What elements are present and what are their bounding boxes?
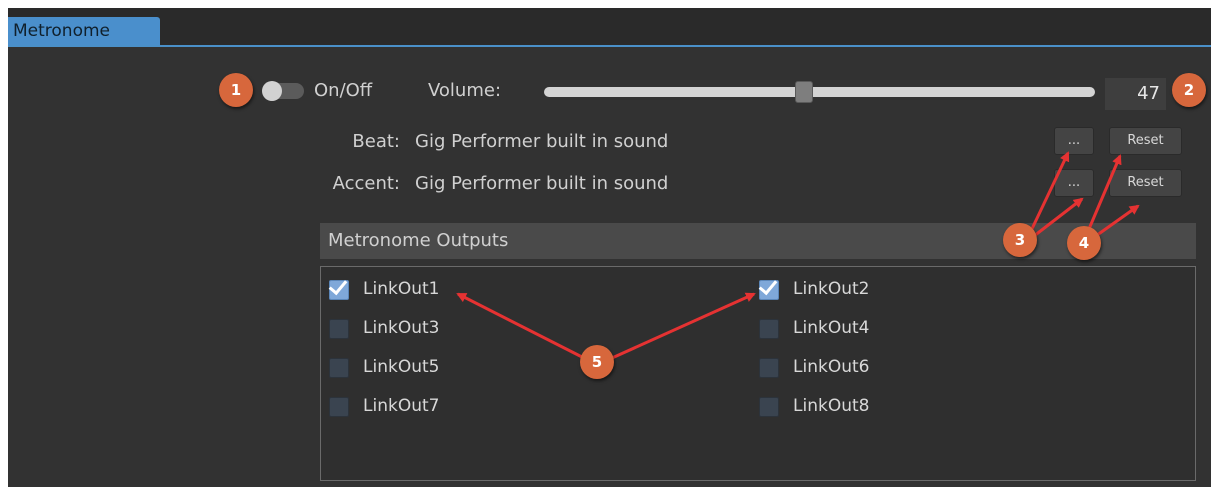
linkout7-checkbox[interactable] xyxy=(329,397,349,417)
volume-label: Volume: xyxy=(428,80,502,101)
linkout4-label: LinkOut4 xyxy=(793,318,870,338)
linkout2-checkbox[interactable] xyxy=(759,280,779,300)
linkout6-checkbox[interactable] xyxy=(759,358,779,378)
volume-slider-rail xyxy=(544,87,1095,97)
outputs-header: Metronome Outputs xyxy=(320,223,1196,259)
beat-reset-button[interactable]: Reset xyxy=(1109,127,1182,155)
linkout5-label: LinkOut5 xyxy=(363,357,440,377)
annotation-badge-2: 2 xyxy=(1172,73,1206,107)
volume-slider[interactable] xyxy=(544,81,1095,103)
tab-bar: Metronome xyxy=(8,8,1211,46)
beat-label: Beat: xyxy=(352,131,400,152)
linkout3-label: LinkOut3 xyxy=(363,318,440,338)
linkout8-checkbox[interactable] xyxy=(759,397,779,417)
on-off-label: On/Off xyxy=(314,80,373,101)
beat-browse-button[interactable]: ... xyxy=(1054,127,1094,155)
tab-metronome[interactable]: Metronome xyxy=(8,17,160,46)
volume-value-field[interactable]: 47 xyxy=(1105,78,1166,110)
volume-slider-thumb[interactable] xyxy=(795,81,813,103)
linkout1-checkbox[interactable] xyxy=(329,280,349,300)
linkout3-checkbox[interactable] xyxy=(329,319,349,339)
annotation-badge-5: 5 xyxy=(580,345,614,379)
accent-reset-button[interactable]: Reset xyxy=(1109,169,1182,197)
annotation-badge-3: 3 xyxy=(1003,223,1037,257)
linkout1-label: LinkOut1 xyxy=(363,279,440,299)
accent-label: Accent: xyxy=(332,173,400,194)
tab-underline xyxy=(8,45,1211,47)
beat-sound-name: Gig Performer built in sound xyxy=(415,131,669,152)
annotation-badge-1: 1 xyxy=(219,73,253,107)
annotation-badge-4: 4 xyxy=(1067,226,1101,260)
on-off-toggle[interactable] xyxy=(262,81,304,101)
linkout4-checkbox[interactable] xyxy=(759,319,779,339)
metronome-window: Metronome On/Off Volume: 47 Beat: Gig Pe… xyxy=(8,8,1211,487)
outputs-panel xyxy=(320,266,1196,481)
toggle-knob xyxy=(262,81,282,101)
linkout5-checkbox[interactable] xyxy=(329,358,349,378)
accent-browse-button[interactable]: ... xyxy=(1054,169,1094,197)
accent-sound-name: Gig Performer built in sound xyxy=(415,173,669,194)
linkout2-label: LinkOut2 xyxy=(793,279,870,299)
linkout6-label: LinkOut6 xyxy=(793,357,870,377)
linkout8-label: LinkOut8 xyxy=(793,396,870,416)
linkout7-label: LinkOut7 xyxy=(363,396,440,416)
